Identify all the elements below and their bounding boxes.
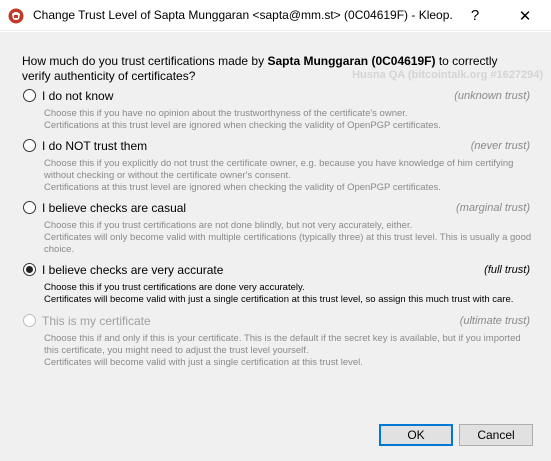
trust-level-tag: (marginal trust) [456,202,530,214]
radio-ultimate-trust [23,314,36,327]
trust-option-unknown[interactable]: I do not know (unknown trust) Choose thi… [22,88,532,132]
option-description: Choose this if and only if this is your … [44,333,532,369]
window-title: Change Trust Level of Sapta Munggaran <s… [33,8,453,22]
trust-level-tag: (full trust) [484,264,530,276]
radio-marginal-trust[interactable] [23,201,36,214]
description-line: Certificates will only become valid with… [44,232,532,255]
kleopatra-app-icon [8,8,24,24]
trust-level-tag: (ultimate trust) [459,315,530,327]
trust-level-tag: (never trust) [470,140,530,152]
option-label: This is my certificate [42,314,151,328]
title-bar: Change Trust Level of Sapta Munggaran <s… [0,0,551,31]
option-description: Choose this if you trust certifications … [44,220,532,256]
option-description: Choose this if you explicitly do not tru… [44,158,532,194]
option-label[interactable]: I believe checks are casual [42,200,186,216]
radio-never-trust[interactable] [23,139,36,152]
cancel-button[interactable]: Cancel [459,424,533,446]
description-line: Choose this if you have no opinion about… [44,108,408,119]
ok-button[interactable]: OK [379,424,453,446]
dialog-body: Husna QA (bitcointalk.org #1627294) How … [0,32,551,461]
trust-question: How much do you trust certifications mad… [22,54,522,84]
option-description: Choose this if you trust certifications … [44,282,532,306]
radio-unknown-trust[interactable] [23,89,36,102]
trust-option-ultimate: This is my certificate (ultimate trust) … [22,313,532,369]
close-button[interactable]: ✕ [502,0,548,31]
option-description: Choose this if you have no opinion about… [44,108,532,132]
radio-full-trust[interactable] [23,263,36,276]
option-label[interactable]: I do NOT trust them [42,138,147,154]
description-line: Choose this if you trust certifications … [44,282,305,293]
help-button[interactable]: ? [452,0,498,31]
certificate-owner-name: Sapta Munggaran (0C04619F) [267,54,436,68]
description-line: Certificates will become valid with just… [44,357,363,368]
option-label[interactable]: I believe checks are very accurate [42,262,223,278]
question-prefix: How much do you trust certifications mad… [22,54,268,68]
description-line: Certifications at this trust level are i… [44,182,441,193]
trust-option-never[interactable]: I do NOT trust them (never trust) Choose… [22,138,532,194]
trust-level-tag: (unknown trust) [454,90,530,102]
description-line: Certificates will become valid with just… [44,294,514,305]
trust-option-full[interactable]: I believe checks are very accurate (full… [22,262,532,306]
description-line: Choose this if you explicitly do not tru… [44,158,514,181]
description-line: Certifications at this trust level are i… [44,120,441,131]
trust-option-marginal[interactable]: I believe checks are casual (marginal tr… [22,200,532,256]
description-line: Choose this if and only if this is your … [44,333,521,356]
option-label[interactable]: I do not know [42,88,113,104]
description-line: Choose this if you trust certifications … [44,220,413,231]
